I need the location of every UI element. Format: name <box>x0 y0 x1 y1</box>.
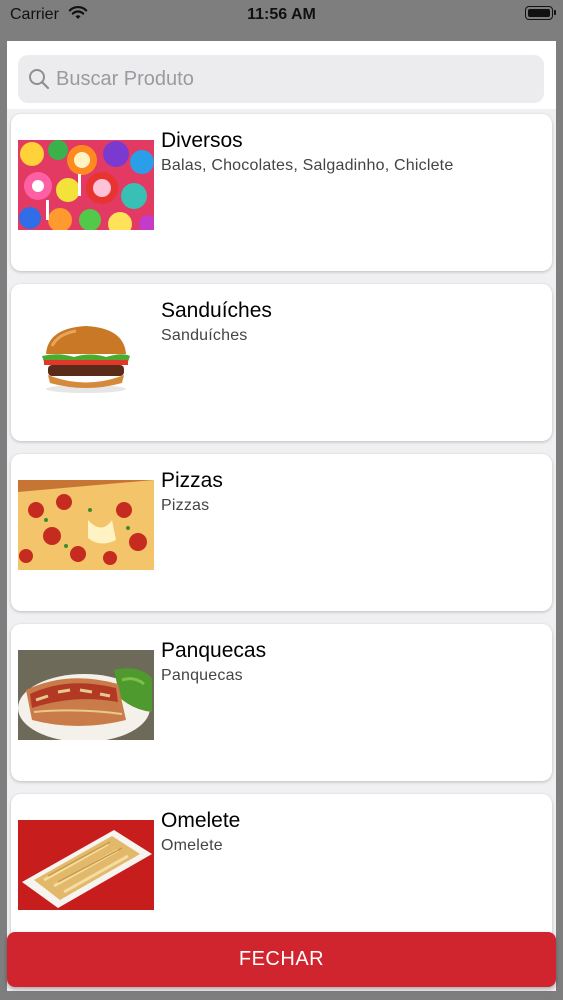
search-bar[interactable] <box>18 55 544 103</box>
category-title: Omelete <box>161 809 241 832</box>
category-card-diversos[interactable]: Diversos Balas, Chocolates, Salgadinho, … <box>11 114 552 271</box>
category-title: Diversos <box>161 129 243 152</box>
category-title: Pizzas <box>161 469 223 492</box>
category-title: Sanduíches <box>161 299 272 322</box>
category-subtitle: Pizzas <box>161 497 210 514</box>
category-title: Panquecas <box>161 639 267 662</box>
search-input[interactable] <box>56 55 526 103</box>
category-card-panquecas[interactable]: Panquecas Panquecas <box>11 624 552 781</box>
pancake-photo <box>18 650 154 740</box>
category-card-sanduiches[interactable]: Sanduíches Sanduíches <box>11 284 552 441</box>
category-subtitle: Omelete <box>161 837 223 854</box>
category-card-pizzas[interactable]: Pizzas Pizzas <box>11 454 552 611</box>
clock: 11:56 AM <box>247 6 316 23</box>
category-subtitle: Sanduíches <box>161 327 248 344</box>
search-container <box>7 41 556 109</box>
category-subtitle: Balas, Chocolates, Salgadinho, Chiclete <box>161 157 454 174</box>
burger-photo <box>18 310 154 400</box>
category-card-omelete[interactable]: Omelete Omelete <box>11 794 552 951</box>
close-button[interactable]: FECHAR <box>7 932 556 987</box>
candy-photo <box>18 140 154 230</box>
status-bar: Carrier 11:56 AM <box>0 0 563 30</box>
pizza-photo <box>18 480 154 570</box>
search-icon <box>28 68 50 95</box>
omelette-photo <box>18 820 154 910</box>
battery-icon <box>525 6 556 20</box>
category-sheet: Diversos Balas, Chocolates, Salgadinho, … <box>7 41 556 991</box>
category-subtitle: Panquecas <box>161 667 243 684</box>
